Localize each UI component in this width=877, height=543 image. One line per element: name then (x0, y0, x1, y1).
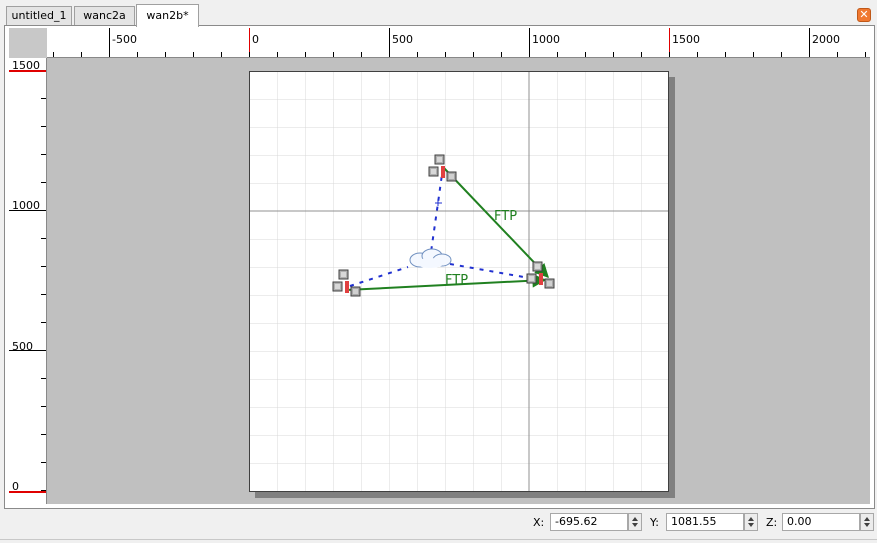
chevron-down-icon (864, 523, 870, 527)
ruler-label: 0 (12, 480, 19, 493)
x-label: X: (533, 516, 545, 529)
chevron-up-icon (748, 517, 754, 521)
chevron-up-icon (864, 517, 870, 521)
chevron-up-icon (632, 517, 638, 521)
ruler-label: 1000 (532, 33, 560, 46)
ruler-label: 1500 (12, 59, 40, 72)
ruler-label: 2000 (812, 33, 840, 46)
vertical-ruler[interactable]: 1500 1000 500 0 (9, 58, 47, 504)
drawing-canvas[interactable]: FTP FTP (249, 71, 669, 492)
y-spinner[interactable] (744, 513, 758, 531)
tab-bar: untitled_1 wanc2a wan2b* ✕ (0, 0, 877, 27)
chevron-down-icon (632, 523, 638, 527)
z-label: Z: (766, 516, 778, 529)
window-bottom-border (0, 539, 877, 540)
tab-wan2b[interactable]: wan2b* (136, 4, 199, 27)
network-diagram[interactable]: FTP FTP (250, 72, 668, 491)
ruler-corner (9, 28, 47, 58)
ftp-label-left: FTP (445, 273, 468, 288)
horizontal-ruler[interactable]: -500 0 500 1000 1500 2000 (47, 28, 870, 58)
work-area[interactable]: FTP FTP (47, 58, 870, 504)
ruler-label: 1000 (12, 199, 40, 212)
tab-wanc2a[interactable]: wanc2a (74, 6, 135, 25)
ftp-label-top: FTP (494, 209, 517, 224)
ruler-label: -500 (112, 33, 137, 46)
y-label: Y: (650, 516, 659, 529)
chevron-down-icon (748, 523, 754, 527)
y-coordinate-field[interactable]: 1081.55 (666, 513, 744, 531)
close-icon: ✕ (859, 8, 869, 21)
z-coordinate-field[interactable]: 0.00 (782, 513, 860, 531)
close-tab-button[interactable]: ✕ (857, 8, 871, 22)
x-coordinate-field[interactable]: -695.62 (550, 513, 628, 531)
z-spinner[interactable] (860, 513, 874, 531)
ruler-label: 0 (252, 33, 259, 46)
tab-untitled-1[interactable]: untitled_1 (6, 6, 72, 25)
ruler-label: 1500 (672, 33, 700, 46)
x-spinner[interactable] (628, 513, 642, 531)
ruler-label: 500 (12, 340, 33, 353)
ruler-label: 500 (392, 33, 413, 46)
